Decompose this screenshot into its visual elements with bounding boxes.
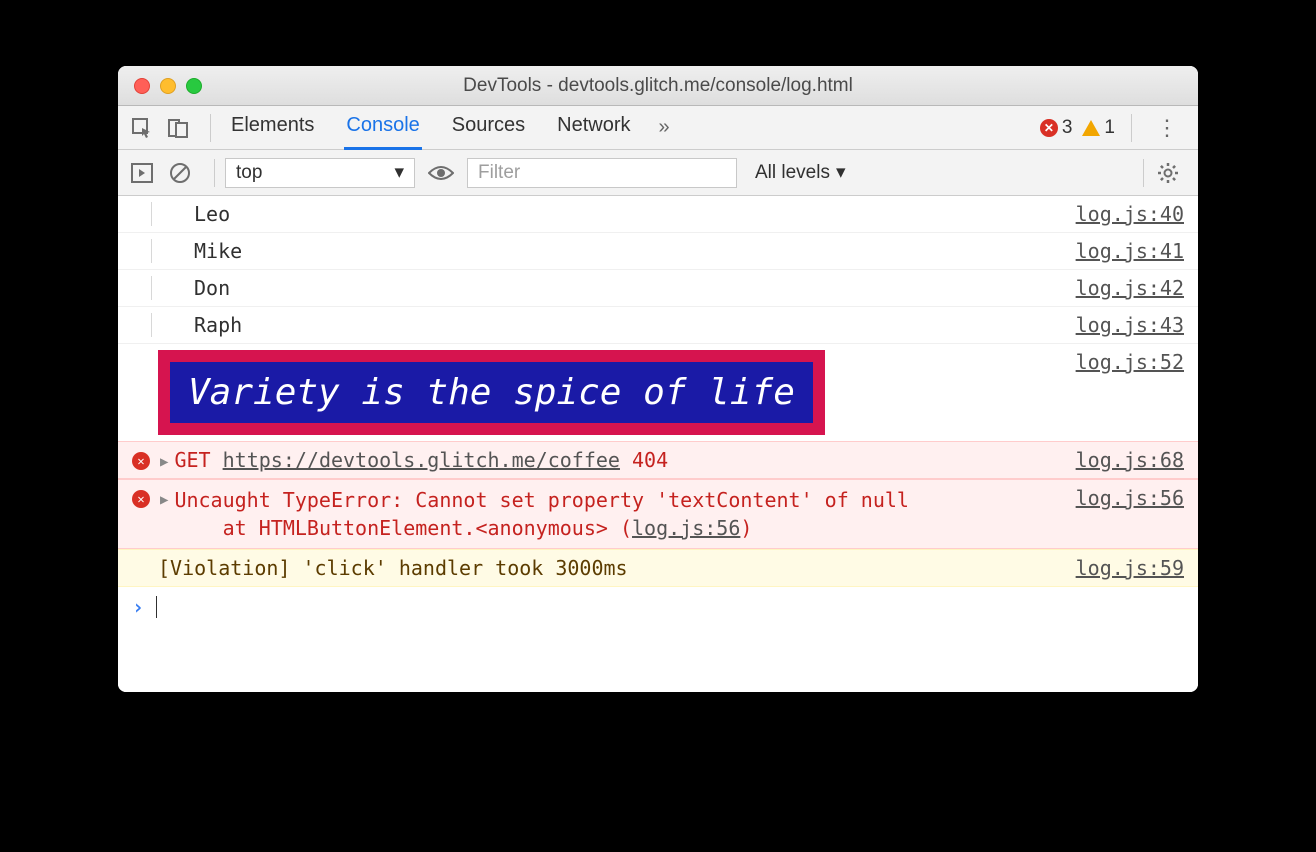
log-entry[interactable]: Raph log.js:43 [118, 307, 1198, 344]
console-settings-icon[interactable] [1154, 159, 1182, 187]
zoom-window-button[interactable] [186, 78, 202, 94]
levels-label: All levels [755, 162, 830, 184]
error-icon: ✕ [132, 490, 150, 508]
source-link[interactable]: log.js:42 [1060, 276, 1184, 300]
close-window-button[interactable] [134, 78, 150, 94]
traffic-lights [134, 78, 202, 94]
log-text: Mike [194, 239, 242, 263]
settings-menu-button[interactable]: ⋮ [1156, 115, 1180, 141]
context-selector[interactable]: top ▾ [225, 158, 415, 188]
device-toolbar-icon[interactable] [164, 114, 192, 142]
log-levels-selector[interactable]: All levels ▾ [755, 161, 846, 184]
toggle-sidebar-icon[interactable] [128, 159, 156, 187]
divider [214, 159, 215, 187]
error-text: Uncaught TypeError: Cannot set property … [174, 486, 909, 542]
error-entry[interactable]: ✕ ▶ Uncaught TypeError: Cannot set prope… [118, 479, 1198, 549]
log-entry[interactable]: Mike log.js:41 [118, 233, 1198, 270]
divider [1131, 114, 1132, 142]
violation-entry[interactable]: [Violation] 'click' handler took 3000ms … [118, 549, 1198, 587]
expand-arrow-icon[interactable]: ▶ [160, 492, 168, 508]
live-expression-icon[interactable] [427, 159, 455, 187]
warning-count-icon [1082, 120, 1100, 136]
filter-input[interactable]: Filter [467, 158, 737, 188]
filter-placeholder: Filter [478, 162, 520, 184]
error-url[interactable]: https://devtools.glitch.me/coffee [223, 448, 620, 472]
error-count: 3 [1062, 117, 1073, 139]
source-link[interactable]: log.js:40 [1060, 202, 1184, 226]
text-cursor [156, 596, 157, 618]
log-entry-styled[interactable]: Variety is the spice of life log.js:52 [118, 344, 1198, 441]
error-icon: ✕ [132, 452, 150, 470]
tab-console[interactable]: Console [344, 106, 421, 150]
source-link[interactable]: log.js:59 [1060, 556, 1184, 580]
divider [1143, 159, 1144, 187]
tab-elements[interactable]: Elements [229, 106, 316, 150]
source-link[interactable]: log.js:43 [1060, 313, 1184, 337]
error-entry[interactable]: ✕ ▶ GET https://devtools.glitch.me/coffe… [118, 441, 1198, 479]
tree-guide [132, 313, 152, 337]
source-link[interactable]: log.js:68 [1060, 448, 1184, 472]
console-output: Leo log.js:40 Mike log.js:41 Don log.js:… [118, 196, 1198, 692]
prompt-caret-icon: › [132, 595, 144, 619]
log-entry[interactable]: Don log.js:42 [118, 270, 1198, 307]
tree-guide [132, 276, 152, 300]
log-text: Don [194, 276, 230, 300]
context-value: top [236, 162, 262, 184]
titlebar: DevTools - devtools.glitch.me/console/lo… [118, 66, 1198, 106]
error-warning-badges[interactable]: ✕ 3 1 [1030, 117, 1115, 139]
log-text: Leo [194, 202, 230, 226]
chevron-down-icon: ▾ [394, 161, 404, 184]
minimize-window-button[interactable] [160, 78, 176, 94]
console-prompt[interactable]: › [118, 587, 1198, 627]
log-text: Raph [194, 313, 242, 337]
window-title: DevTools - devtools.glitch.me/console/lo… [118, 75, 1198, 97]
tree-guide [132, 239, 152, 263]
log-entry[interactable]: Leo log.js:40 [118, 196, 1198, 233]
warning-count: 1 [1104, 117, 1115, 139]
stack-link[interactable]: log.js:56 [632, 516, 740, 540]
panel-tabs: Elements Console Sources Network [229, 106, 633, 150]
tab-network[interactable]: Network [555, 106, 632, 150]
error-text: GET https://devtools.glitch.me/coffee 40… [174, 448, 668, 472]
devtools-window: DevTools - devtools.glitch.me/console/lo… [118, 66, 1198, 692]
chevron-down-icon: ▾ [836, 161, 846, 184]
source-link[interactable]: log.js:52 [1060, 350, 1184, 435]
source-link[interactable]: log.js:41 [1060, 239, 1184, 263]
devtools-tabbar: Elements Console Sources Network » ✕ 3 1… [118, 106, 1198, 150]
styled-log-text: Variety is the spice of life [158, 350, 825, 435]
clear-console-icon[interactable] [166, 159, 194, 187]
divider [210, 114, 211, 142]
source-link[interactable]: log.js:56 [1060, 486, 1184, 510]
violation-text: [Violation] 'click' handler took 3000ms [158, 556, 628, 580]
expand-arrow-icon[interactable]: ▶ [160, 454, 168, 470]
inspect-element-icon[interactable] [128, 114, 156, 142]
more-tabs-button[interactable]: » [659, 116, 670, 139]
error-count-icon: ✕ [1040, 119, 1058, 137]
console-toolbar: top ▾ Filter All levels ▾ [118, 150, 1198, 196]
tab-sources[interactable]: Sources [450, 106, 527, 150]
tree-guide [132, 202, 152, 226]
